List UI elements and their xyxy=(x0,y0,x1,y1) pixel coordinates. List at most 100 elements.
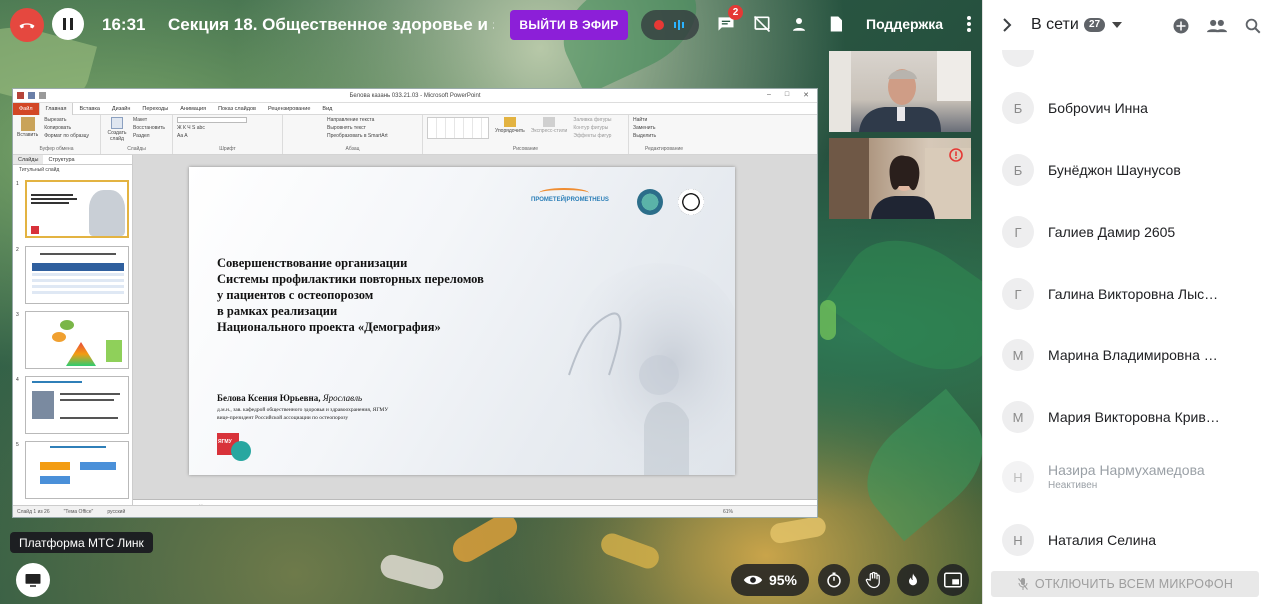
participant-name: Галина Викторовна Лыс… xyxy=(1048,286,1219,302)
avatar xyxy=(1002,50,1034,67)
list-item[interactable]: Н Наталия Селина xyxy=(983,509,1266,564)
background-pill xyxy=(768,515,828,545)
ribbon-item: Формат по образцу xyxy=(44,133,90,139)
speaker-1-video xyxy=(829,51,971,132)
ribbon-group-label: Редактирование xyxy=(644,146,684,152)
ribbon-item: Эффекты фигур xyxy=(573,133,612,139)
monitor-icon xyxy=(25,574,41,587)
affiliation-line: д.м.н., зав. кафедрой общественного здор… xyxy=(217,407,389,413)
logo-arc xyxy=(539,188,589,198)
paste-icon xyxy=(20,117,35,131)
ribbon-item: Ж К Ч S abc xyxy=(177,125,205,131)
pause-icon-bar xyxy=(63,18,66,30)
person-icon[interactable] xyxy=(789,14,809,34)
ppt-ribbon-tabs: Файл Главная Вставка Дизайн Переходы Ани… xyxy=(13,102,817,115)
participant-status: Неактивен xyxy=(1048,480,1098,491)
ribbon-group-label: Буфер обмена xyxy=(39,146,74,152)
ysmu-badge: ЯГМУ xyxy=(217,433,253,463)
list-item[interactable]: Б Бунёджон Шаунусов xyxy=(983,139,1266,201)
arrange-icon xyxy=(503,117,516,127)
reactions-button[interactable] xyxy=(897,564,929,596)
ppt-tab: Анимация xyxy=(180,105,207,112)
alert-icon xyxy=(949,148,963,162)
top-bar: 16:31 Секция 18. Общественное здоровье и… xyxy=(0,0,982,50)
video-stage: 16:31 Секция 18. Общественное здоровье и… xyxy=(0,0,982,604)
list-item[interactable]: Г Галиев Дамир 2605 xyxy=(983,201,1266,263)
thumbnails-tabs: Слайды Структура xyxy=(13,155,132,165)
slide-title-line: у пациентов с остеопорозом xyxy=(217,288,374,302)
ribbon-item: Контур фигуры xyxy=(573,125,609,131)
participant-name: Боброvич Инна xyxy=(1048,100,1148,116)
ribbon-item: Копировать xyxy=(44,125,72,131)
list-item[interactable]: Н Назира Нармухамедова Неактивен xyxy=(983,446,1266,508)
add-participant-button[interactable] xyxy=(1171,16,1191,36)
go-live-button[interactable]: ВЫЙТИ В ЭФИР xyxy=(510,10,628,40)
more-menu-icon[interactable] xyxy=(966,14,972,39)
maximize-icon: □ xyxy=(784,91,790,98)
viewers-percent: 95% xyxy=(768,572,798,588)
timer-button[interactable] xyxy=(818,564,850,596)
quick-styles-label: Экспресс-стили xyxy=(530,128,568,134)
ppt-tab: Дизайн xyxy=(111,105,131,112)
list-item[interactable]: М Мария Викторовна Крив… xyxy=(983,386,1266,448)
raise-hand-button[interactable] xyxy=(858,564,890,596)
video-tile-speaker-1[interactable] xyxy=(829,51,971,132)
end-call-button[interactable] xyxy=(10,8,44,42)
ribbon-item: Aa A xyxy=(177,133,188,139)
mute-all-button[interactable]: ОТКЛЮЧИТЬ ВСЕМ МИКРОФОН xyxy=(991,571,1259,597)
collapse-panel-button[interactable] xyxy=(1001,17,1013,38)
minimize-icon: – xyxy=(766,91,771,98)
new-slide-label: Создать слайд xyxy=(107,130,127,142)
slide-thumbnail xyxy=(25,376,129,434)
support-link[interactable]: Поддержка xyxy=(866,16,943,32)
presentation-mode-button[interactable] xyxy=(16,563,50,597)
search-participants-button[interactable] xyxy=(1243,16,1263,36)
association-logo xyxy=(637,189,663,215)
camera-off-icon[interactable] xyxy=(752,14,772,34)
ribbon-item: Заменить xyxy=(633,125,656,131)
picture-in-picture-button[interactable] xyxy=(937,564,969,596)
document-icon[interactable] xyxy=(826,14,846,34)
quick-access-toolbar xyxy=(17,92,46,99)
phone-hangup-icon xyxy=(19,23,35,29)
slide-title-line: Системы профилактики повторных переломов xyxy=(217,272,484,286)
ppt-titlebar: Белова казань 033.21.03 - Microsoft Powe… xyxy=(13,89,817,103)
online-count-badge: 27 xyxy=(1084,18,1106,32)
avatar: Б xyxy=(1002,92,1034,124)
groups-button[interactable] xyxy=(1207,16,1227,36)
avatar: М xyxy=(1002,401,1034,433)
quick-styles-icon xyxy=(543,117,556,127)
ribbon-group-slides: Создать слайд Макет Восстановить Раздел Сл… xyxy=(101,115,173,154)
avatar: Б xyxy=(1002,154,1034,186)
video-tile-speaker-2[interactable] xyxy=(829,138,971,219)
ppt-tab: Вставка xyxy=(79,105,100,112)
list-item[interactable]: М Марина Владимировна … xyxy=(983,324,1266,386)
ribbon-group-label: Абзац xyxy=(345,146,360,152)
save-icon xyxy=(28,92,35,99)
list-item[interactable]: Г Галина Викторовна Лыс… xyxy=(983,263,1266,325)
slide-thumbnails-pane: Слайды Структура Титульный слайд 1 2 3 4… xyxy=(13,155,133,505)
viewers-indicator[interactable]: 95% xyxy=(731,564,809,596)
list-item[interactable]: Б Боброvич Инна xyxy=(983,77,1266,139)
ribbon-item: Выровнять текст xyxy=(327,125,366,131)
thumb-number: 5 xyxy=(16,442,19,448)
pause-button[interactable] xyxy=(52,8,84,40)
chevron-right-icon xyxy=(1003,18,1012,32)
add-circle-icon xyxy=(1173,18,1189,34)
recording-indicator[interactable] xyxy=(641,10,699,40)
background-pill xyxy=(820,300,836,340)
participant-name: Бунёджон Шаунусов xyxy=(1048,162,1181,178)
status-language: русский xyxy=(107,508,126,515)
flame-icon xyxy=(909,573,917,586)
slide-canvas: ПРОМЕТЕЙ|PROMETHEUS Совершенствование ор… xyxy=(133,155,817,505)
caret-down-icon[interactable] xyxy=(1112,22,1122,28)
ysmu-badge-text: ЯГМУ xyxy=(218,439,232,445)
ribbon-group-label: Рисование xyxy=(512,146,539,152)
ribbon-item: Заливка фигуры xyxy=(573,117,612,123)
new-slide-icon xyxy=(111,117,123,129)
avatar: Г xyxy=(1002,278,1034,310)
ppt-logo-icon xyxy=(17,92,24,99)
prometheus-logo: ПРОМЕТЕЙ|PROMETHEUS xyxy=(531,188,609,203)
tab-slides: Слайды xyxy=(13,155,44,164)
audio-level-icon xyxy=(673,20,684,30)
